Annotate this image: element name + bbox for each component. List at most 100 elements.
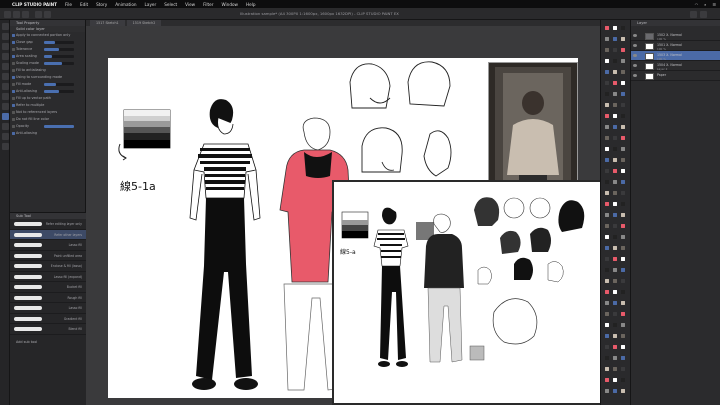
palette-swatch[interactable]	[605, 279, 609, 283]
palette-swatch[interactable]	[613, 125, 617, 129]
property-row[interactable]: Do not fill line color	[10, 116, 85, 123]
pencil-tool-icon[interactable]	[1, 73, 9, 80]
palette-swatch[interactable]	[613, 345, 617, 349]
tab-sketch2[interactable]: 1519 Sketch2	[126, 20, 162, 26]
palette-swatch[interactable]	[613, 48, 617, 52]
palette-swatch[interactable]	[605, 334, 609, 338]
palette-swatch[interactable]	[613, 169, 617, 173]
window-layout-icon[interactable]	[700, 10, 707, 18]
sub-tool-item[interactable]: Lasso fill	[10, 240, 86, 251]
palette-swatch[interactable]	[621, 213, 625, 217]
palette-swatch[interactable]	[605, 268, 609, 272]
palette-swatch[interactable]	[605, 37, 609, 41]
search-icon[interactable]: ⌕	[704, 2, 706, 7]
palette-swatch[interactable]	[621, 279, 625, 283]
palette-swatch[interactable]	[621, 169, 625, 173]
palette-swatch[interactable]	[605, 356, 609, 360]
property-row[interactable]: Using to surrounding mode	[10, 74, 85, 81]
palette-swatch[interactable]	[613, 323, 617, 327]
property-checkbox[interactable]	[11, 118, 15, 121]
sub-tool-item[interactable]: Paint unfilled area	[10, 251, 86, 261]
add-sub-tool-button[interactable]: Add sub tool	[10, 339, 86, 346]
property-checkbox[interactable]	[11, 83, 15, 86]
eraser-tool-icon[interactable]	[1, 103, 9, 110]
palette-swatch[interactable]	[605, 169, 609, 173]
palette-swatch[interactable]	[605, 312, 609, 316]
visibility-eye-icon[interactable]	[633, 44, 637, 47]
palette-swatch[interactable]	[613, 136, 617, 140]
palette-swatch[interactable]	[605, 213, 609, 217]
palette-swatch[interactable]	[621, 114, 625, 118]
eyedropper-tool-icon[interactable]	[1, 53, 9, 60]
sub-tool-item[interactable]: Gradient fill	[10, 314, 86, 324]
palette-swatch[interactable]	[605, 224, 609, 228]
palette-swatch[interactable]	[621, 136, 625, 140]
property-slider[interactable]	[44, 62, 74, 65]
wifi-icon[interactable]: ◠	[695, 2, 699, 7]
palette-swatch[interactable]	[613, 235, 617, 239]
pen-tool-icon[interactable]	[1, 63, 9, 70]
palette-swatch[interactable]	[605, 180, 609, 184]
menu-view[interactable]: View	[185, 2, 195, 7]
palette-swatch[interactable]	[605, 290, 609, 294]
property-slider[interactable]	[44, 55, 74, 58]
palette-swatch[interactable]	[613, 301, 617, 305]
property-slider[interactable]	[44, 125, 74, 128]
property-row[interactable]: Fill up to vector path	[10, 95, 85, 102]
palette-swatch[interactable]	[605, 191, 609, 195]
palette-swatch[interactable]	[621, 103, 625, 107]
palette-swatch[interactable]	[605, 378, 609, 382]
fill-tool-icon[interactable]	[1, 113, 9, 120]
palette-swatch[interactable]	[621, 268, 625, 272]
visibility-eye-icon[interactable]	[633, 54, 637, 57]
palette-swatch[interactable]	[621, 147, 625, 151]
menu-animation[interactable]: Animation	[115, 2, 136, 7]
palette-swatch[interactable]	[621, 257, 625, 261]
app-menu[interactable]: CLIP STUDIO PAINT	[12, 2, 57, 7]
palette-swatch[interactable]	[613, 114, 617, 118]
palette-swatch[interactable]	[605, 323, 609, 327]
palette-swatch[interactable]	[613, 290, 617, 294]
property-row[interactable]: Close gap	[10, 39, 85, 46]
property-checkbox[interactable]	[11, 55, 15, 58]
palette-swatch[interactable]	[621, 301, 625, 305]
control-center-icon[interactable]: ☰	[712, 2, 716, 7]
palette-swatch[interactable]	[621, 81, 625, 85]
palette-swatch[interactable]	[605, 345, 609, 349]
layer-row[interactable]: 1503 X. Normal 100 %	[631, 51, 720, 61]
menu-filter[interactable]: Filter	[203, 2, 213, 7]
inset-sketch-panel[interactable]: 線5-a	[332, 180, 622, 405]
property-checkbox[interactable]	[11, 132, 15, 135]
property-row[interactable]: Anti-aliasing	[10, 88, 85, 95]
palette-swatch[interactable]	[613, 246, 617, 250]
move-tool-icon[interactable]	[1, 33, 9, 40]
save-icon[interactable]	[22, 10, 29, 18]
sub-tool-item[interactable]: Rough fill	[10, 293, 86, 303]
visibility-eye-icon[interactable]	[633, 34, 637, 37]
sub-tool-item[interactable]: Enclose & fill (lasso)	[10, 261, 86, 272]
open-file-icon[interactable]	[13, 10, 20, 18]
property-row[interactable]: Opacity	[10, 123, 85, 130]
palette-swatch[interactable]	[621, 26, 625, 30]
property-checkbox[interactable]	[11, 48, 15, 51]
palette-swatch[interactable]	[605, 48, 609, 52]
gradient-tool-icon[interactable]	[1, 123, 9, 130]
palette-swatch[interactable]	[613, 70, 617, 74]
palette-swatch[interactable]	[605, 136, 609, 140]
palette-swatch[interactable]	[621, 389, 625, 393]
visibility-eye-icon[interactable]	[633, 74, 637, 77]
palette-swatch[interactable]	[605, 246, 609, 250]
palette-swatch[interactable]	[613, 180, 617, 184]
palette-swatch[interactable]	[613, 356, 617, 360]
palette-swatch[interactable]	[621, 92, 625, 96]
sub-tool-item[interactable]: Refer other layers	[10, 229, 86, 240]
property-row[interactable]: Not to referenced layers	[10, 109, 85, 116]
sub-tool-item[interactable]: Blend fill	[10, 324, 86, 335]
palette-swatch[interactable]	[621, 345, 625, 349]
property-row[interactable]: Tolerance	[10, 46, 85, 53]
settings-icon[interactable]	[690, 10, 697, 18]
palette-swatch[interactable]	[605, 158, 609, 162]
palette-swatch[interactable]	[605, 301, 609, 305]
layer-row[interactable]: Paper	[631, 71, 720, 81]
palette-swatch[interactable]	[605, 26, 609, 30]
